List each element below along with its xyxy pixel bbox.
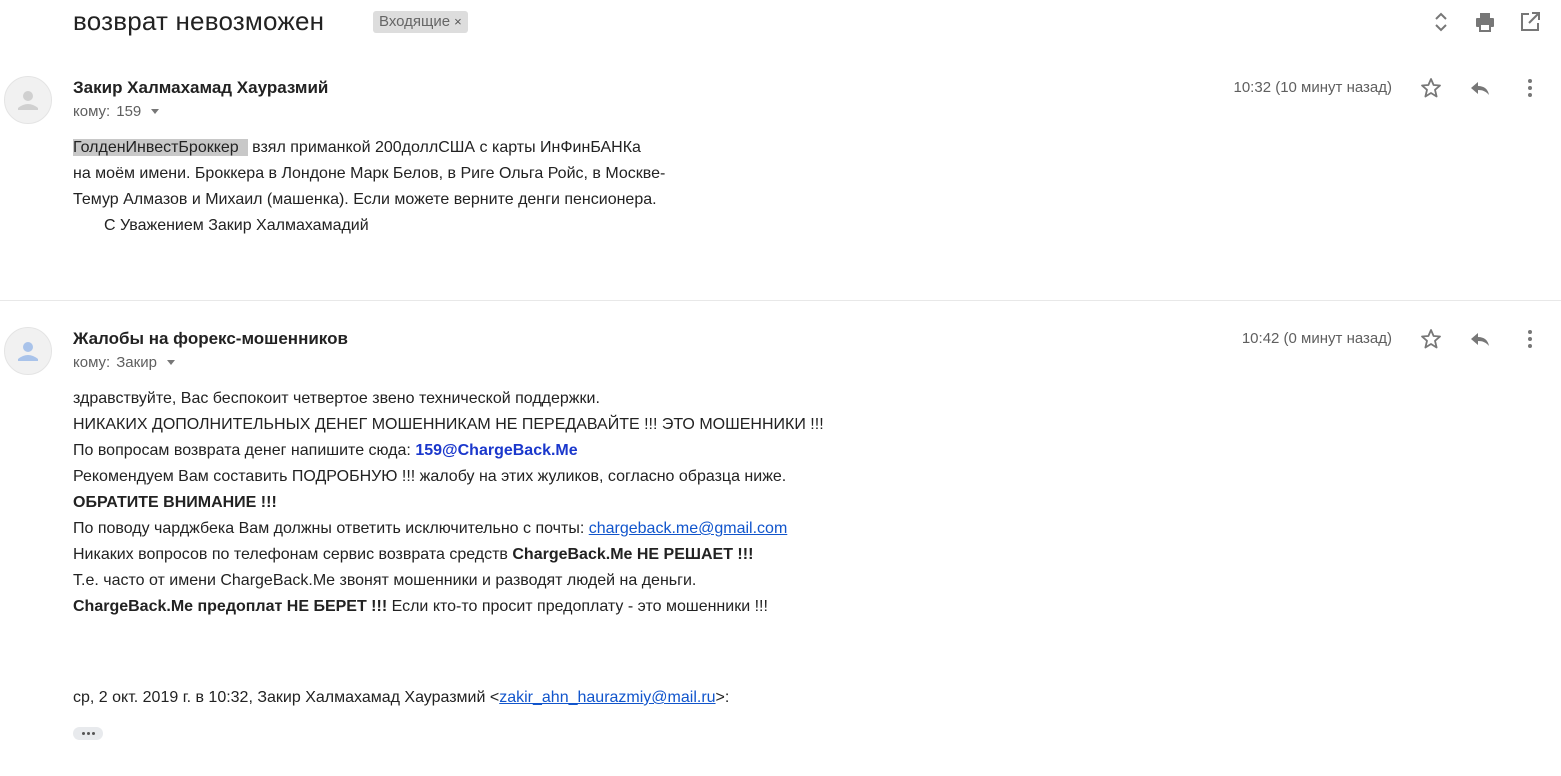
signature-line: С Уважением Закир Халмахамадий bbox=[104, 217, 369, 234]
gmail-link[interactable]: chargeback.me@gmail.com bbox=[589, 520, 788, 537]
body-line: Никаких вопросов по телефонам сервис воз… bbox=[73, 542, 824, 568]
reply-icon[interactable] bbox=[1468, 76, 1492, 100]
recipient-name: Закир bbox=[116, 354, 157, 371]
thread-subject: возврат невозможен bbox=[73, 6, 325, 36]
message-divider bbox=[0, 300, 1561, 301]
bold-text: ChargeBack.Me НЕ РЕШАЕТ !!! bbox=[512, 546, 754, 563]
subject-bar: возврат невозможен Входящие × bbox=[0, 0, 1561, 48]
body-text-span: Никаких вопросов по телефонам сервис воз… bbox=[73, 546, 513, 563]
body-line: Темур Алмазов и Михаил (машенка). Если м… bbox=[73, 191, 657, 208]
body-text-span: По вопросам возврата денег напишите сюда… bbox=[73, 442, 416, 459]
body-text-span: Если кто-то просит предоплату - это моше… bbox=[387, 598, 768, 615]
chevron-down-icon[interactable] bbox=[151, 109, 160, 114]
show-trimmed-content-button[interactable] bbox=[73, 727, 103, 740]
person-icon bbox=[18, 342, 38, 361]
chevron-down-icon[interactable] bbox=[166, 360, 175, 365]
inbox-label-chip[interactable]: Входящие × bbox=[373, 11, 468, 33]
body-line: на моём имени. Броккера в Лондоне Марк Б… bbox=[73, 165, 666, 182]
message-body: ГолденИнвестБроккер взял приманкой 200до… bbox=[73, 135, 665, 239]
more-options-icon[interactable] bbox=[1518, 76, 1542, 100]
message-time: 10:42 (0 минут назад) bbox=[1241, 330, 1392, 347]
highlighted-text: ГолденИнвестБроккер bbox=[73, 139, 248, 156]
expand-collapse-icon[interactable] bbox=[1429, 10, 1453, 34]
body-line: ГолденИнвестБроккер взял приманкой 200до… bbox=[73, 135, 665, 161]
quote-suffix: >: bbox=[715, 689, 730, 706]
message-body: здравствуйте, Вас беспокоит четвертое зв… bbox=[73, 386, 824, 620]
to-prefix: кому: bbox=[73, 354, 111, 371]
bold-text: ChargeBack.Me предоплат НЕ БЕРЕТ !!! bbox=[73, 598, 388, 615]
remove-label-icon[interactable]: × bbox=[454, 11, 462, 33]
open-in-new-window-icon[interactable] bbox=[1518, 10, 1542, 34]
body-line: По поводу чарджбека Вам должны ответить … bbox=[73, 516, 824, 542]
sender-name[interactable]: Закир Халмахамад Хауразмий bbox=[73, 78, 328, 98]
recipient-line[interactable]: кому: 159 bbox=[73, 103, 160, 120]
message-time: 10:32 (10 минут назад) bbox=[1233, 79, 1393, 96]
sender-name[interactable]: Жалобы на форекс-мошенников bbox=[73, 329, 348, 349]
body-line: ChargeBack.Me предоплат НЕ БЕРЕТ !!! Есл… bbox=[73, 594, 824, 620]
quote-prefix: ср, 2 окт. 2019 г. в 10:32, Закир Халмах… bbox=[73, 689, 500, 706]
body-line: Т.е. часто от имени ChargeBack.Me звонят… bbox=[73, 572, 697, 589]
body-text-span: По поводу чарджбека Вам должны ответить … bbox=[73, 520, 589, 537]
body-line: здравствуйте, Вас беспокоит четвертое зв… bbox=[73, 390, 600, 407]
quote-line: ср, 2 окт. 2019 г. в 10:32, Закир Халмах… bbox=[73, 685, 729, 711]
quoted-email-link[interactable]: zakir_ahn_haurazmiy@mail.ru bbox=[499, 689, 715, 706]
quote-header: ср, 2 окт. 2019 г. в 10:32, Закир Халмах… bbox=[73, 685, 729, 711]
recipient-line[interactable]: кому: Закир bbox=[73, 354, 175, 371]
print-icon[interactable] bbox=[1473, 10, 1497, 34]
avatar[interactable] bbox=[4, 76, 52, 124]
to-prefix: кому: bbox=[73, 103, 111, 120]
person-icon bbox=[18, 91, 38, 110]
reply-icon[interactable] bbox=[1468, 327, 1492, 351]
chargeback-email-link[interactable]: 159@ChargeBack.Me bbox=[415, 442, 577, 459]
body-line: ОБРАТИТЕ ВНИМАНИЕ !!! bbox=[73, 494, 277, 511]
star-icon[interactable] bbox=[1419, 76, 1443, 100]
body-line: По вопросам возврата денег напишите сюда… bbox=[73, 438, 824, 464]
body-line: Рекомендуем Вам составить ПОДРОБНУЮ !!! … bbox=[73, 468, 787, 485]
body-text-span: взял приманкой 200доллСША с карты ИнФинБ… bbox=[247, 139, 641, 156]
label-text: Входящие bbox=[379, 13, 451, 30]
star-icon[interactable] bbox=[1419, 327, 1443, 351]
avatar[interactable] bbox=[4, 327, 52, 375]
more-options-icon[interactable] bbox=[1518, 327, 1542, 351]
body-line: НИКАКИХ ДОПОЛНИТЕЛЬНЫХ ДЕНЕГ МОШЕННИКАМ … bbox=[73, 416, 824, 433]
recipient-name: 159 bbox=[116, 103, 142, 120]
